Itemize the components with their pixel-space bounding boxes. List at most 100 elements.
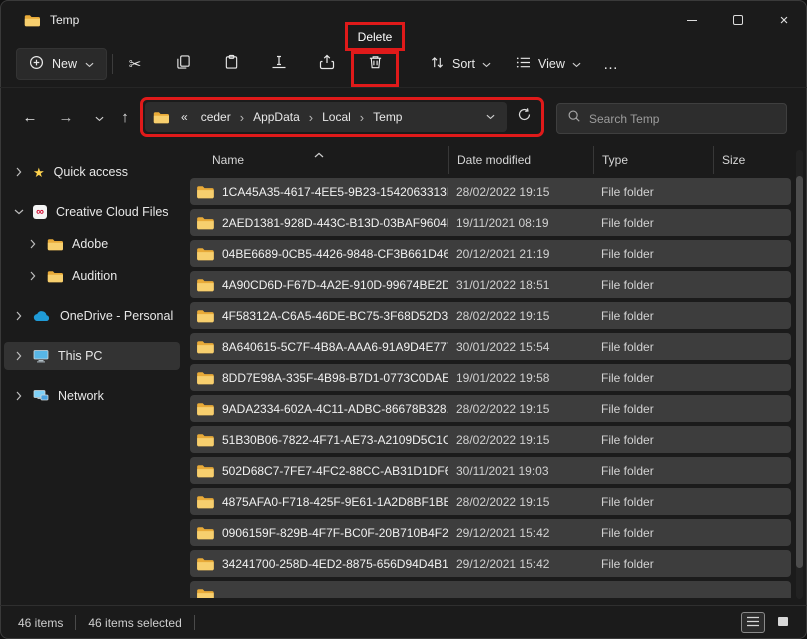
folder-icon (47, 238, 63, 251)
folder-icon (153, 111, 169, 124)
breadcrumb-local[interactable]: Local (317, 107, 356, 127)
file-date: 28/02/2022 19:15 (456, 401, 550, 416)
sidebar-item-adobe[interactable]: Adobe (4, 230, 180, 258)
share-button[interactable] (307, 46, 347, 82)
file-name: 1CA45A35-4617-4EE5-9B23-1542063313D8 (222, 184, 448, 199)
sidebar-item-network[interactable]: Network (4, 382, 180, 410)
breadcrumb-temp[interactable]: Temp (368, 107, 407, 127)
view-icon (516, 56, 531, 72)
file-name: 51B30B06-7822-4F71-AE73-A2109D5C1C9B (222, 432, 448, 447)
arrow-up-icon: ↑ (121, 108, 129, 126)
scissors-icon: ✂ (128, 56, 142, 73)
file-type: File folder (601, 556, 654, 571)
new-button-label: New (52, 57, 78, 71)
column-header-type[interactable]: Type (593, 146, 713, 174)
sort-button[interactable]: Sort (420, 48, 501, 80)
view-button[interactable]: View (506, 48, 591, 80)
trash-icon (368, 54, 383, 75)
search-box[interactable] (556, 103, 787, 134)
table-row[interactable]: 2AED1381-928D-443C-B13D-03BAF9604F... 19… (190, 209, 791, 236)
vertical-scrollbar[interactable] (796, 150, 803, 599)
maximize-button[interactable] (715, 0, 761, 40)
refresh-button[interactable] (509, 102, 539, 132)
file-name: 9ADA2334-602A-4C11-ADBC-86678B328... (222, 401, 448, 416)
folder-icon (196, 464, 214, 478)
large-icons-view-button[interactable] (771, 612, 795, 633)
delete-tooltip-text: Delete (357, 29, 393, 44)
address-breadcrumb-bar[interactable]: « ceder › AppData › Local › Temp (145, 102, 507, 132)
file-type: File folder (601, 525, 654, 540)
table-row[interactable]: 51B30B06-7822-4F71-AE73-A2109D5C1C9B 28/… (190, 426, 791, 453)
chevron-right-icon (28, 271, 38, 281)
file-type: File folder (601, 401, 654, 416)
status-bar: 46 items 46 items selected (0, 605, 807, 639)
table-row[interactable]: 502D68C7-7FE7-4FC2-88CC-AB31D1DF62... 30… (190, 457, 791, 484)
cut-button[interactable]: ✂ (115, 46, 155, 82)
close-button[interactable]: × (761, 0, 807, 40)
delete-button[interactable] (355, 46, 395, 82)
folder-icon (24, 14, 40, 27)
large-icons-view-icon (777, 616, 789, 630)
address-dropdown-button[interactable] (482, 110, 499, 124)
forward-button[interactable]: → (51, 102, 81, 132)
more-options-button[interactable]: … (594, 48, 628, 80)
new-button[interactable]: New (16, 48, 108, 80)
folder-icon (196, 185, 214, 199)
sidebar-item-audition[interactable]: Audition (4, 262, 180, 290)
sidebar-item-label: Quick access (53, 165, 128, 179)
folder-icon (196, 557, 214, 571)
chevron-right-icon (14, 167, 24, 177)
sidebar-item-this-pc[interactable]: This PC (4, 342, 180, 370)
table-row[interactable]: 9ADA2334-602A-4C11-ADBC-86678B328... 28/… (190, 395, 791, 422)
sidebar-item-onedrive[interactable]: OneDrive - Personal (4, 302, 180, 330)
table-row[interactable]: 4A90CD6D-F67D-4A2E-910D-99674BE2D0... 31… (190, 271, 791, 298)
rename-button[interactable] (259, 46, 299, 82)
chevron-down-icon (85, 57, 94, 71)
chevron-right-icon (14, 391, 24, 401)
maximize-icon (733, 15, 743, 25)
column-header-size[interactable]: Size (713, 146, 791, 174)
table-row[interactable]: 8DD7E98A-335F-4B98-B7D1-0773C0DAE6... 19… (190, 364, 791, 391)
table-row[interactable]: 8A640615-5C7F-4B8A-AAA6-91A9D4E777... 30… (190, 333, 791, 360)
delete-annotation-label: Delete (345, 22, 405, 51)
table-row[interactable]: 04BE6689-0CB5-4426-9848-CF3B661D462C 20/… (190, 240, 791, 267)
column-header-name[interactable]: Name (190, 146, 448, 174)
file-name: 2AED1381-928D-443C-B13D-03BAF9604F... (222, 215, 448, 230)
table-row[interactable]: 34241700-258D-4ED2-8875-656D94D4B117 29/… (190, 550, 791, 577)
window-controls: × (669, 0, 807, 40)
file-type: File folder (601, 246, 654, 261)
sidebar-item-creative-cloud[interactable]: ∞ Creative Cloud Files (4, 198, 180, 226)
breadcrumb-ceder[interactable]: ceder (196, 107, 236, 127)
table-row[interactable]: 4875AFA0-F718-425F-9E61-1A2D8BF1BE1E 28/… (190, 488, 791, 515)
status-divider (193, 615, 195, 630)
copy-button[interactable] (163, 46, 203, 82)
search-input[interactable] (589, 111, 776, 126)
monitor-icon (33, 349, 49, 363)
window-title: Temp (50, 13, 80, 27)
file-name: 34241700-258D-4ED2-8875-656D94D4B117 (222, 556, 448, 571)
paste-button[interactable] (211, 46, 251, 82)
table-row[interactable]: 4F58312A-C6A5-46DE-BC75-3F68D52D37... 28… (190, 302, 791, 329)
chevron-right-icon (14, 311, 24, 321)
copy-icon (176, 54, 191, 75)
details-view-button[interactable] (741, 612, 765, 633)
file-name: 4875AFA0-F718-425F-9E61-1A2D8BF1BE1E (222, 494, 448, 509)
table-row[interactable]: 1CA45A35-4617-4EE5-9B23-1542063313D8 28/… (190, 178, 791, 205)
folder-icon (196, 340, 214, 354)
file-type: File folder (601, 215, 654, 230)
minimize-button[interactable] (669, 0, 715, 40)
file-type: File folder (601, 308, 654, 323)
table-row[interactable]: 0906159F-829B-4F7F-BC0F-20B710B4F212 29/… (190, 519, 791, 546)
back-button[interactable]: ← (15, 102, 45, 132)
sidebar-item-quick-access[interactable]: ★ Quick access (4, 158, 180, 186)
sort-button-label: Sort (452, 57, 475, 71)
up-button[interactable]: ↑ (110, 102, 140, 132)
breadcrumb-appdata[interactable]: AppData (248, 107, 305, 127)
chevron-right-icon (14, 351, 24, 361)
breadcrumb-overflow[interactable]: « (176, 107, 193, 127)
file-date: 28/02/2022 19:15 (456, 432, 550, 447)
chevron-right-icon (28, 239, 38, 249)
table-row-partial[interactable] (190, 581, 791, 598)
scrollbar-thumb[interactable] (796, 176, 803, 568)
column-header-date-modified[interactable]: Date modified (448, 146, 593, 174)
